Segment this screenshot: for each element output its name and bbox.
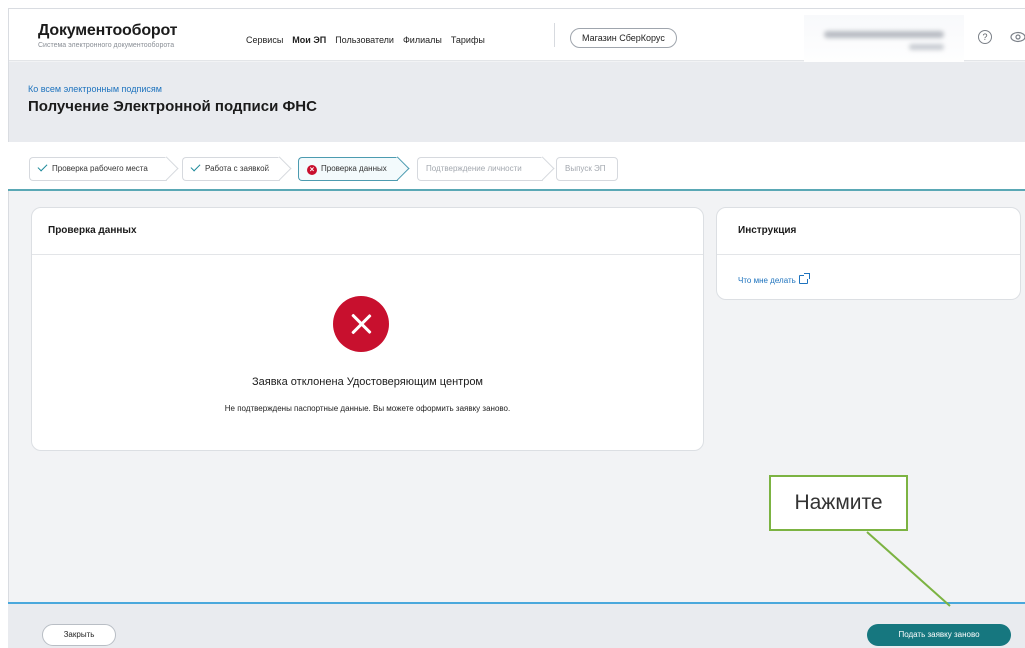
nav-item-services[interactable]: Сервисы — [246, 35, 283, 45]
step-label: Работа с заявкой — [205, 164, 270, 173]
store-button[interactable]: Магазин СберКорус — [570, 28, 677, 48]
close-button[interactable]: Закрыть — [42, 624, 116, 646]
page-title: Получение Электронной подписи ФНС — [28, 98, 317, 115]
main-nav: Сервисы Мои ЭП Пользователи Филиалы Тари… — [246, 35, 485, 45]
external-link-icon — [798, 273, 810, 284]
check-icon — [37, 161, 48, 172]
error-x-circle-icon — [333, 296, 389, 352]
step-label: Подтверждение личности — [426, 164, 522, 173]
what-to-do-link[interactable]: Что мне делать — [738, 273, 810, 285]
step-label: Выпуск ЭП — [565, 164, 606, 173]
rejection-text: Не подтверждены паспортные данные. Вы мо… — [224, 404, 511, 413]
brand[interactable]: Документооборот Система электронного док… — [38, 22, 177, 49]
back-to-signatures-link[interactable]: Ко всем электронным подписям — [28, 84, 162, 94]
resubmit-application-button[interactable]: Подать заявку заново — [867, 624, 1011, 646]
footer-bar: Закрыть Подать заявку заново — [8, 602, 1025, 648]
user-id-blurred — [909, 44, 944, 50]
annotation-callout: Нажмите — [769, 475, 908, 531]
brand-name: Документооборот — [38, 22, 178, 39]
instruction-title: Инструкция — [738, 225, 797, 236]
nav-item-branches[interactable]: Филиалы — [403, 35, 442, 45]
instruction-card: Инструкция Что мне делать — [716, 207, 1021, 300]
data-check-card: Проверка данных Заявка отклонена Удостов… — [31, 207, 704, 451]
user-name-blurred — [824, 31, 944, 38]
top-header: Документооборот Система электронного док… — [9, 9, 1025, 71]
nav-divider — [554, 23, 555, 47]
rejection-title: Заявка отклонена Удостоверяющим центром — [252, 376, 483, 388]
progress-stepper: Проверка рабочего места Работа с заявкой… — [8, 142, 1025, 191]
nav-item-tariffs[interactable]: Тарифы — [451, 35, 485, 45]
brand-subtitle: Система электронного документооборота — [38, 42, 175, 49]
question-circle-icon[interactable]: ? — [978, 30, 992, 44]
data-check-title: Проверка данных — [48, 225, 137, 236]
step-label: Проверка рабочего места — [52, 164, 148, 173]
check-icon — [190, 161, 201, 172]
what-to-do-label: Что мне делать — [738, 276, 796, 285]
eye-icon[interactable] — [1010, 31, 1025, 43]
step-label: Проверка данных — [321, 164, 387, 173]
error-x-icon: × — [307, 165, 317, 175]
nav-item-my-signatures[interactable]: Мои ЭП — [292, 35, 326, 45]
nav-item-users[interactable]: Пользователи — [335, 35, 394, 45]
